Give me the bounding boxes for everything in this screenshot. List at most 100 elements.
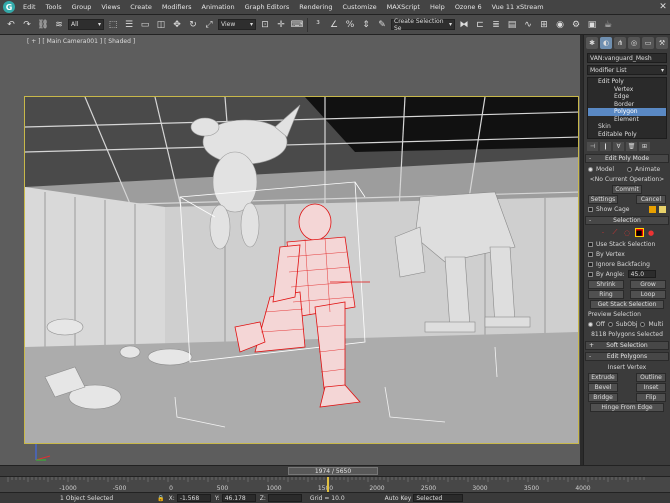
window-crossing-icon[interactable]: ◫ bbox=[154, 18, 168, 32]
keyboard-shortcut-icon[interactable]: ⌨ bbox=[290, 18, 304, 32]
hinge-from-edge-button[interactable]: Hinge From Edge bbox=[590, 402, 664, 412]
render-teapot-icon[interactable]: ☕ bbox=[601, 18, 615, 32]
menu-maxscript[interactable]: MAXScript bbox=[382, 3, 425, 11]
menu-edit[interactable]: Edit bbox=[18, 3, 41, 11]
model-radio[interactable] bbox=[588, 166, 593, 172]
select-by-name-icon[interactable]: ☰ bbox=[122, 18, 136, 32]
show-end-result-icon[interactable]: ❙ bbox=[600, 142, 611, 151]
rollout-edit-poly-mode[interactable]: - Edit Poly Mode bbox=[585, 154, 669, 163]
bridge-button[interactable]: Bridge bbox=[588, 392, 618, 402]
graphite-tools-icon[interactable]: ▤ bbox=[505, 18, 519, 32]
cage-color-swatch[interactable] bbox=[649, 205, 656, 213]
menu-create[interactable]: Create bbox=[125, 3, 157, 11]
object-name-field[interactable]: VAN:vanguard_Mesh bbox=[587, 53, 667, 63]
pin-stack-icon[interactable]: ⊣ bbox=[587, 142, 598, 151]
selection-filter-dropdown[interactable]: All ▾ bbox=[68, 19, 104, 30]
ignore-backfacing-checkbox[interactable] bbox=[588, 261, 593, 267]
percent-snap-icon[interactable]: % bbox=[343, 18, 357, 32]
grow-button[interactable]: Grow bbox=[630, 279, 666, 289]
lock-selection-icon[interactable]: 🔒 bbox=[157, 495, 164, 502]
schematic-view-icon[interactable]: ⊞ bbox=[537, 18, 551, 32]
cancel-button[interactable]: Cancel bbox=[636, 194, 666, 204]
extrude-button[interactable]: Extrude bbox=[588, 372, 618, 382]
application-button[interactable]: G bbox=[0, 0, 18, 15]
inset-button[interactable]: Inset bbox=[636, 382, 666, 392]
x-coordinate-field[interactable]: -1.568 bbox=[176, 494, 211, 502]
menu-vue[interactable]: Vue 11 xStream bbox=[487, 3, 549, 11]
hierarchy-tab-icon[interactable]: ⋔ bbox=[614, 37, 626, 49]
undo-icon[interactable]: ↶ bbox=[4, 18, 18, 32]
show-cage-checkbox[interactable] bbox=[588, 206, 593, 212]
motion-tab-icon[interactable]: ◎ bbox=[628, 37, 640, 49]
select-object-icon[interactable]: ⬚ bbox=[106, 18, 120, 32]
loop-button[interactable]: Loop bbox=[630, 289, 666, 299]
bind-space-warp-icon[interactable]: ≋ bbox=[52, 18, 66, 32]
border-level-icon[interactable]: ◌ bbox=[623, 228, 632, 237]
create-tab-icon[interactable]: ✱ bbox=[586, 37, 598, 49]
auto-key-button[interactable]: Auto Key bbox=[385, 495, 412, 502]
preview-off-radio[interactable] bbox=[588, 321, 593, 327]
spinner-snap-icon[interactable]: ⇕ bbox=[359, 18, 373, 32]
remove-modifier-icon[interactable]: 🗑 bbox=[626, 142, 637, 151]
stack-item-skin[interactable]: Skin bbox=[588, 123, 666, 131]
scale-icon[interactable]: ⤢ bbox=[202, 18, 216, 32]
reference-coordinate-dropdown[interactable]: View ▾ bbox=[218, 19, 256, 30]
menu-animation[interactable]: Animation bbox=[197, 3, 240, 11]
menu-help[interactable]: Help bbox=[425, 3, 450, 11]
edge-level-icon[interactable]: ⟋ bbox=[611, 228, 620, 237]
render-setup-icon[interactable]: ⚙ bbox=[569, 18, 583, 32]
modifier-list-dropdown[interactable]: Modifier List ▾ bbox=[587, 65, 667, 75]
link-icon[interactable]: ⛓ bbox=[36, 18, 50, 32]
key-filter-dropdown[interactable]: Selected bbox=[413, 494, 464, 502]
flip-button[interactable]: Flip bbox=[636, 392, 666, 402]
preview-multi-radio[interactable] bbox=[640, 321, 646, 327]
menu-views[interactable]: Views bbox=[96, 3, 125, 11]
rollout-edit-polygons[interactable]: - Edit Polygons bbox=[585, 352, 669, 361]
rollout-soft-selection[interactable]: + Soft Selection bbox=[585, 341, 669, 350]
select-manipulate-icon[interactable]: ✛ bbox=[274, 18, 288, 32]
y-coordinate-field[interactable]: 46.178 bbox=[221, 494, 256, 502]
close-icon[interactable]: ✕ bbox=[656, 2, 670, 12]
menu-rendering[interactable]: Rendering bbox=[294, 3, 337, 11]
cage-selected-color-swatch[interactable] bbox=[659, 205, 666, 213]
curve-editor-icon[interactable]: ∿ bbox=[521, 18, 535, 32]
angle-snap-icon[interactable]: ∠ bbox=[327, 18, 341, 32]
settings-button[interactable]: Settings bbox=[588, 194, 618, 204]
stack-item-element[interactable]: Element bbox=[588, 116, 666, 124]
outline-button[interactable]: Outline bbox=[636, 372, 666, 382]
rollout-selection[interactable]: - Selection bbox=[585, 216, 669, 225]
viewport-area[interactable]: [ + ] [ Main Camera001 ] [ Shaded ] bbox=[0, 35, 580, 465]
menu-customize[interactable]: Customize bbox=[337, 3, 381, 11]
make-unique-icon[interactable]: ∀ bbox=[613, 142, 624, 151]
rect-selection-icon[interactable]: ▭ bbox=[138, 18, 152, 32]
time-slider[interactable]: 1974 / 5650 bbox=[0, 465, 670, 476]
stack-item-edge[interactable]: Edge bbox=[588, 93, 666, 101]
camera-viewport[interactable] bbox=[24, 96, 579, 444]
stack-item-edit-poly[interactable]: Edit Poly bbox=[588, 78, 666, 86]
track-bar[interactable]: -1000 -500 0 500 1000 1500 2000 2500 3000 3500 400… bbox=[0, 476, 670, 493]
material-editor-icon[interactable]: ◉ bbox=[553, 18, 567, 32]
stack-item-polygon[interactable]: Polygon bbox=[588, 108, 666, 116]
stack-item-editable-poly[interactable]: Editable Poly bbox=[588, 131, 666, 139]
insert-vertex-button[interactable]: Insert Vertex bbox=[584, 362, 670, 372]
menu-graph-editors[interactable]: Graph Editors bbox=[240, 3, 295, 11]
snap-toggle-icon[interactable]: ³ bbox=[311, 18, 325, 32]
by-angle-checkbox[interactable] bbox=[588, 271, 593, 277]
angle-spinner[interactable]: 45.0 bbox=[627, 270, 656, 278]
layer-manager-icon[interactable]: ≣ bbox=[489, 18, 503, 32]
preview-subobj-radio[interactable] bbox=[607, 321, 613, 327]
display-tab-icon[interactable]: ▭ bbox=[642, 37, 654, 49]
stack-item-border[interactable]: Border bbox=[588, 101, 666, 109]
z-coordinate-field[interactable] bbox=[267, 494, 302, 502]
vertex-level-icon[interactable]: · bbox=[599, 228, 608, 237]
polygon-level-icon[interactable]: ■ bbox=[634, 228, 644, 237]
stack-item-vertex[interactable]: Vertex bbox=[588, 86, 666, 94]
by-vertex-checkbox[interactable] bbox=[588, 251, 593, 257]
modify-tab-icon[interactable]: ◐ bbox=[600, 37, 612, 49]
align-icon[interactable]: ⊏ bbox=[473, 18, 487, 32]
redo-icon[interactable]: ↷ bbox=[20, 18, 34, 32]
shrink-button[interactable]: Shrink bbox=[588, 279, 624, 289]
viewport-label[interactable]: [ + ] [ Main Camera001 ] [ Shaded ] bbox=[27, 38, 135, 45]
animate-radio[interactable] bbox=[627, 166, 633, 172]
mirror-icon[interactable]: ⧓ bbox=[457, 18, 471, 32]
